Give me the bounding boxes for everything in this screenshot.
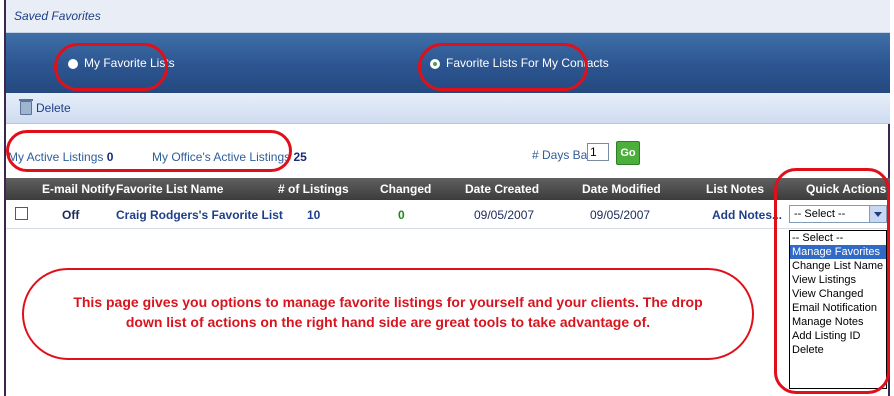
annotation-oval-quick-actions [774, 168, 890, 394]
col-favorite-list-name[interactable]: Favorite List Name [116, 182, 223, 196]
row-checkbox[interactable] [15, 207, 28, 220]
cell-email-notify[interactable]: Off [62, 208, 79, 222]
trash-icon[interactable] [19, 99, 33, 115]
col-date-created[interactable]: Date Created [465, 182, 539, 196]
table-row: Off Craig Rodgers's Favorite List 10 0 0… [6, 200, 890, 229]
annotation-oval-my-favorites [54, 43, 168, 91]
add-notes-link[interactable]: Add Notes... [712, 208, 782, 222]
callout-text: This page gives you options to manage fa… [73, 294, 703, 330]
col-date-modified[interactable]: Date Modified [582, 182, 661, 196]
go-button[interactable]: Go [616, 141, 640, 165]
col-changed[interactable]: Changed [380, 182, 431, 196]
days-back-input[interactable] [587, 143, 609, 161]
annotation-oval-listings [6, 130, 292, 172]
delete-button[interactable]: Delete [36, 101, 71, 115]
toolbar: Delete [6, 93, 890, 124]
col-list-notes[interactable]: List Notes [706, 182, 764, 196]
cell-date-created: 09/05/2007 [474, 208, 535, 222]
title-bar: Saved Favorites [6, 0, 890, 33]
col-num-listings[interactable]: # of Listings [278, 182, 349, 196]
cell-date-modified: 09/05/2007 [590, 208, 651, 222]
page-title: Saved Favorites [14, 9, 101, 23]
cell-changed[interactable]: 0 [398, 208, 405, 222]
cell-list-name[interactable]: Craig Rodgers's Favorite List [116, 208, 283, 222]
annotation-callout: This page gives you options to manage fa… [22, 268, 754, 360]
col-email-notify[interactable]: E-mail Notify [42, 182, 115, 196]
cell-num-listings[interactable]: 10 [307, 208, 320, 222]
table-header: E-mail Notify Favorite List Name # of Li… [6, 178, 890, 200]
office-active-listings-count: 25 [293, 150, 307, 164]
annotation-oval-contacts [418, 43, 588, 91]
